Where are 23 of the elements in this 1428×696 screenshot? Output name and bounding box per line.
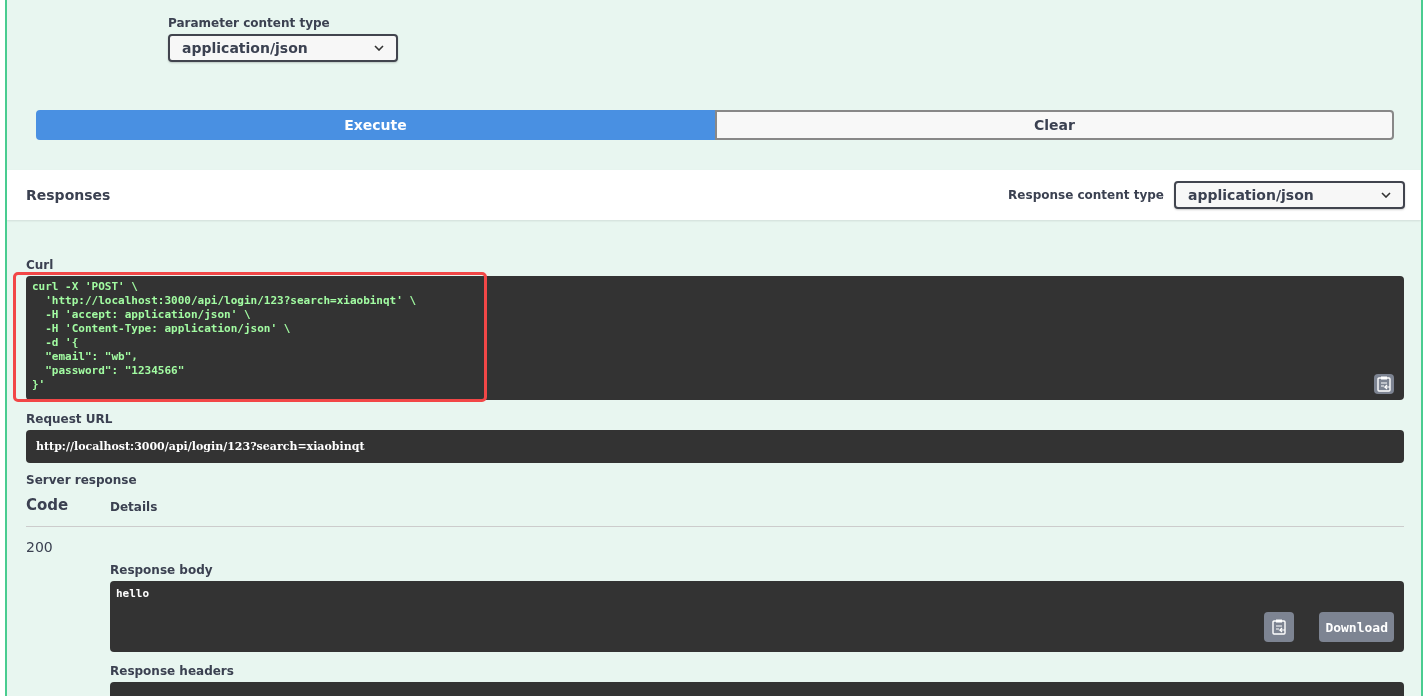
clipboard-icon: [1272, 619, 1286, 635]
url-block: http://localhost:3000/api/login/123?search=xiaobinqt: [26, 430, 1404, 463]
content-type-select[interactable]: application/json: [1174, 181, 1405, 209]
column-header: Code: [26, 496, 70, 514]
field-label: Parameter content type: [168, 16, 331, 30]
body-text: hello: [116, 587, 150, 600]
copy-button[interactable]: [1374, 374, 1394, 394]
clear-button[interactable]: Clear: [715, 110, 1394, 140]
section-title: Responses: [26, 187, 111, 203]
content-type-select[interactable]: application/json: [168, 34, 398, 62]
clipboard-icon: [1377, 376, 1391, 392]
column-header: Details: [110, 500, 158, 514]
section-label: Curl: [26, 258, 55, 272]
copy-button[interactable]: [1264, 612, 1294, 642]
chevron-down-icon: [1381, 192, 1391, 198]
chevron-down-icon: [374, 45, 384, 51]
field-label: Response content type: [1008, 188, 1164, 202]
section-label: Response body: [110, 563, 214, 577]
table-cell-text: 200: [26, 539, 54, 557]
section-label: Server response: [26, 473, 138, 487]
section-label: Request URL: [26, 412, 114, 426]
section-label: Response headers: [110, 664, 235, 678]
download-button[interactable]: Download: [1319, 612, 1394, 642]
